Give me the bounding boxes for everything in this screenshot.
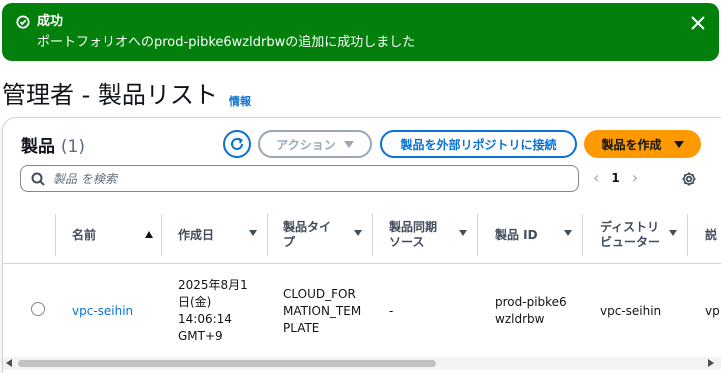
column-header-product-id[interactable]: 製品 ID [477,206,582,264]
column-header-label: 製品同期ソース [389,220,438,249]
column-header-label: 説 [705,227,718,242]
column-header-label: 製品タイプ [283,220,332,249]
page-title: 管理者 - 製品リスト [2,81,218,109]
column-header-type[interactable]: 製品タイプ [267,206,372,264]
search-field[interactable] [20,165,579,192]
info-link[interactable]: 情報 [229,93,251,109]
table-row: vpc-seihin 2025年8月1日(金) 14:06:14 GMT+9 C… [3,265,721,357]
column-header-label: 製品 ID [495,227,538,242]
scroll-left-arrow-icon[interactable] [6,359,12,367]
current-page-number[interactable]: 1 [611,171,619,185]
flash-title: 成功 [37,14,64,29]
column-divider [55,214,56,256]
products-table-container: 製品 (1) アクション 製品を外部リポジトリに接続 製品を作成 ‹ 1 › [2,117,721,373]
sort-caret-icon [564,230,572,236]
column-divider [582,214,583,256]
column-header-label: 名前 [72,227,97,242]
column-divider [477,214,478,256]
product-id-text: prod-pibke6wzldrbw [495,295,567,326]
cell-distributor: vpc-seihin [600,265,680,357]
row-select-radio[interactable] [31,302,45,316]
pagination: ‹ 1 › [593,168,638,187]
cell-sync-source: - [389,265,449,357]
caret-down-icon [343,140,354,148]
table-header: 名前 作成日 製品タイプ 製品同期ソース 製品 ID ディストリビューター 説 [3,206,721,264]
cell-created: 2025年8月1日(金) 14:06:14 GMT+9 [178,265,258,357]
table-title-label: 製品 [21,137,55,157]
column-divider [372,214,373,256]
check-circle-icon [16,15,30,29]
search-icon [31,172,45,186]
sort-caret-icon [459,230,467,236]
column-header-name[interactable]: 名前 [55,206,161,264]
cell-description: vp [705,265,721,357]
product-name-link[interactable]: vpc-seihin [72,303,133,320]
table-title: 製品 (1) [21,132,85,157]
column-divider [687,214,688,256]
refresh-icon [231,137,243,150]
actions-button[interactable]: アクション [258,130,372,158]
sort-ascending-icon [145,231,153,238]
column-header-description[interactable]: 説 [687,206,721,264]
close-icon[interactable] [691,16,705,30]
chevron-right-icon[interactable]: › [632,168,638,187]
cell-type: CLOUD_FORMATION_TEMPLATE [283,265,365,357]
flash-message: ポートフォリオへのprod-pibke6wzldrbwの追加に成功しました [37,35,416,50]
sort-caret-icon [249,230,257,236]
horizontal-scrollbar[interactable] [3,357,721,370]
create-button-label: 製品を作成 [601,137,662,152]
connect-external-repo-button[interactable]: 製品を外部リポジトリに接続 [380,130,577,158]
distributor-text: vpc-seihin [600,303,662,318]
column-header-created[interactable]: 作成日 [161,206,267,264]
product-type-text: CLOUD_FORMATION_TEMPLATE [283,286,362,335]
actions-button-label: アクション [276,137,336,152]
created-date-text: 2025年8月1日(金) 14:06:14 GMT+9 [178,278,248,343]
column-header-label: ディストリビューター [600,220,661,249]
gear-icon[interactable] [681,171,697,187]
column-divider [267,214,268,256]
scroll-right-arrow-icon[interactable] [708,359,714,367]
cell-product-id: prod-pibke6wzldrbw [495,265,573,357]
cell-name: vpc-seihin [72,265,160,357]
sync-source-text: - [389,303,394,318]
column-header-label: 作成日 [178,227,215,242]
scrollbar-thumb[interactable] [18,360,436,367]
column-header-distributor[interactable]: ディストリビューター [582,206,687,264]
create-product-button[interactable]: 製品を作成 [584,130,701,158]
caret-down-icon [673,140,684,148]
sort-caret-icon [669,230,677,236]
chevron-left-icon[interactable]: ‹ [593,168,599,187]
table-item-count: (1) [60,137,86,157]
refresh-button[interactable] [223,130,251,158]
sort-caret-icon [354,230,362,236]
column-header-sync-source[interactable]: 製品同期ソース [372,206,477,264]
search-input[interactable] [53,171,453,186]
column-divider [161,214,162,256]
description-text: vp [705,303,720,318]
success-flashbar: 成功 ポートフォリオへのprod-pibke6wzldrbwの追加に成功しました [2,3,719,61]
connect-button-label: 製品を外部リポジトリに接続 [400,137,557,152]
